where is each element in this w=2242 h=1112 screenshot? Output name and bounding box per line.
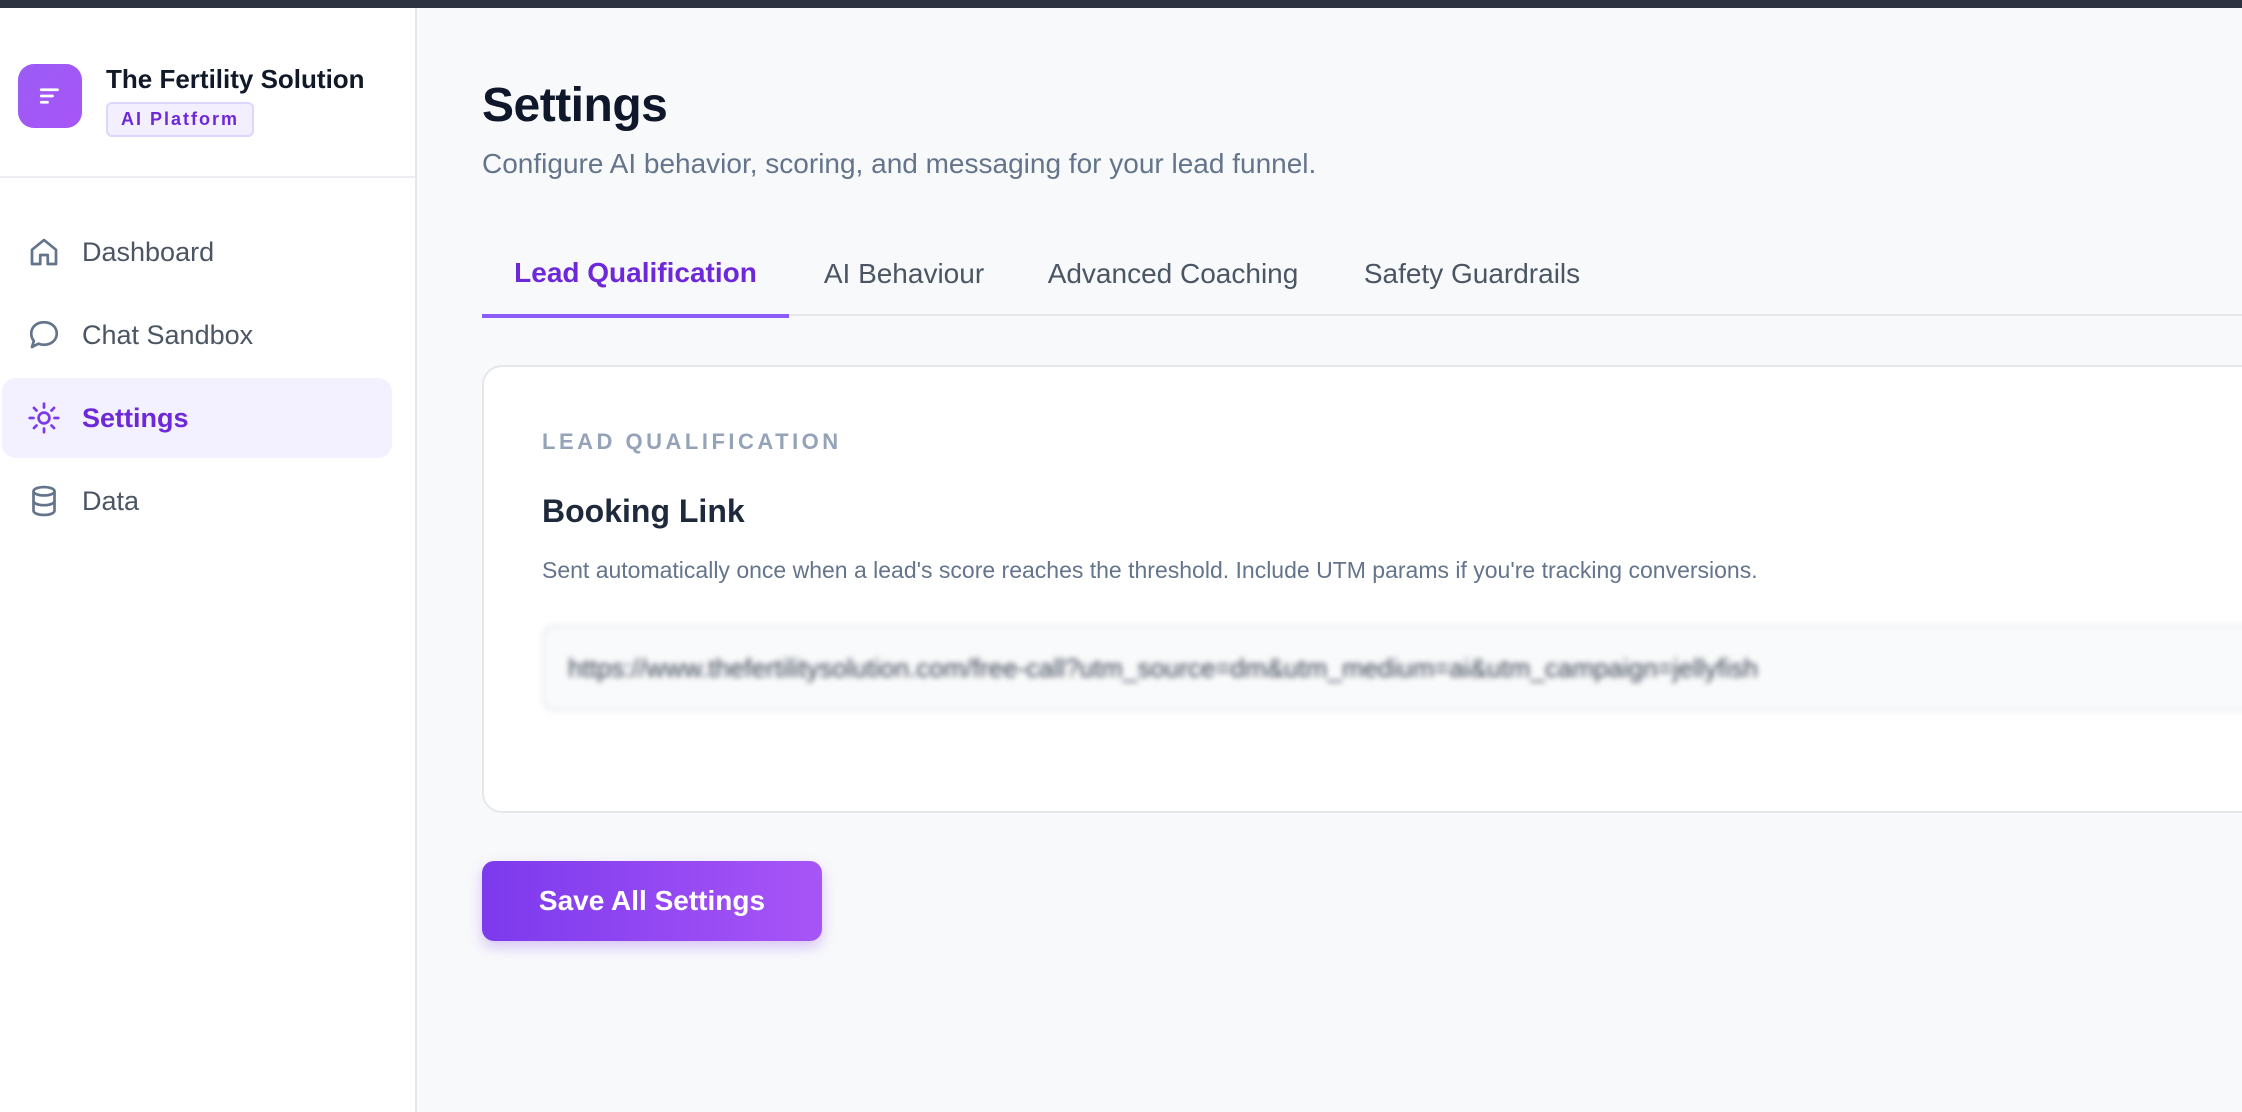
brand-header: The Fertility Solution AI Platform xyxy=(0,8,415,178)
save-all-settings-button[interactable]: Save All Settings xyxy=(482,861,822,941)
booking-link-input[interactable] xyxy=(542,625,2242,711)
sidebar-item-chat-sandbox[interactable]: Chat Sandbox xyxy=(2,295,392,375)
tab-lead-qualification[interactable]: Lead Qualification xyxy=(482,232,789,318)
home-icon xyxy=(30,238,58,266)
settings-tabs: Lead Qualification AI Behaviour Advanced… xyxy=(482,232,2242,318)
chat-bubble-icon xyxy=(29,320,59,349)
sidebar-item-dashboard[interactable]: Dashboard xyxy=(2,212,392,292)
sidebar-item-label: Dashboard xyxy=(82,236,215,267)
lead-qualification-card: LEAD QUALIFICATION Booking Link Sent aut… xyxy=(482,365,2242,813)
booking-link-help-text: Sent automatically once when a lead's sc… xyxy=(542,557,1758,583)
sun-gear-icon xyxy=(28,402,60,434)
sidebar: The Fertility Solution AI Platform Dashb… xyxy=(0,8,417,1112)
page-title: Settings xyxy=(482,79,668,132)
brand-name: The Fertility Solution xyxy=(106,64,365,94)
brand-badge: AI Platform xyxy=(106,102,255,137)
sidebar-item-data[interactable]: Data xyxy=(2,461,392,541)
page-subtitle: Configure AI behavior, scoring, and mess… xyxy=(482,148,1317,179)
brand-logo-icon xyxy=(18,64,82,128)
section-label: LEAD QUALIFICATION xyxy=(542,429,842,454)
sidebar-item-label: Chat Sandbox xyxy=(82,319,254,350)
tab-safety-guardrails[interactable]: Safety Guardrails xyxy=(1327,232,1617,316)
window-top-bar xyxy=(0,0,2242,8)
sidebar-item-settings[interactable]: Settings xyxy=(2,378,392,458)
booking-link-heading: Booking Link xyxy=(542,493,745,529)
sidebar-item-label: Settings xyxy=(82,402,189,433)
tab-advanced-coaching[interactable]: Advanced Coaching xyxy=(1019,232,1327,316)
database-icon xyxy=(32,485,56,517)
tab-ai-behaviour[interactable]: AI Behaviour xyxy=(789,232,1019,316)
sidebar-item-label: Data xyxy=(82,485,140,516)
